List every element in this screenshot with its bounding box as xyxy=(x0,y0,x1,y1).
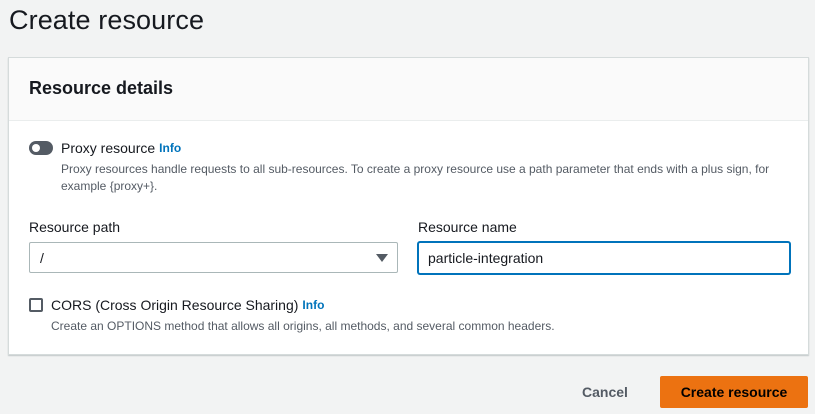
cors-checkbox[interactable] xyxy=(29,298,43,312)
create-resource-button[interactable]: Create resource xyxy=(660,376,808,408)
toggle-off-icon xyxy=(32,144,40,152)
proxy-resource-description: Proxy resources handle requests to all s… xyxy=(61,162,770,193)
resource-path-label: Resource path xyxy=(29,219,121,235)
proxy-resource-label: Proxy resource xyxy=(61,140,156,156)
cors-label: CORS (Cross Origin Resource Sharing) xyxy=(51,297,299,313)
resource-name-input[interactable] xyxy=(418,242,790,274)
page-title: Create resource xyxy=(9,5,205,35)
proxy-resource-toggle[interactable] xyxy=(29,141,53,155)
cors-row: CORS (Cross Origin Resource Sharing) Inf… xyxy=(29,297,324,313)
proxy-info-link[interactable]: Info xyxy=(159,141,181,155)
resource-name-label: Resource name xyxy=(418,219,517,235)
proxy-resource-row: Proxy resource Info xyxy=(29,140,181,156)
caret-down-icon xyxy=(376,254,388,262)
resource-details-container: Resource details Proxy resource Info Pro… xyxy=(8,57,809,355)
resource-path-select[interactable]: / xyxy=(29,242,398,273)
resource-path-value: / xyxy=(40,249,44,266)
container-header: Resource details xyxy=(9,58,808,121)
cors-description: Create an OPTIONS method that allows all… xyxy=(51,319,555,333)
cancel-button[interactable]: Cancel xyxy=(570,376,640,408)
container-title: Resource details xyxy=(29,78,174,98)
cors-info-link[interactable]: Info xyxy=(302,298,324,312)
